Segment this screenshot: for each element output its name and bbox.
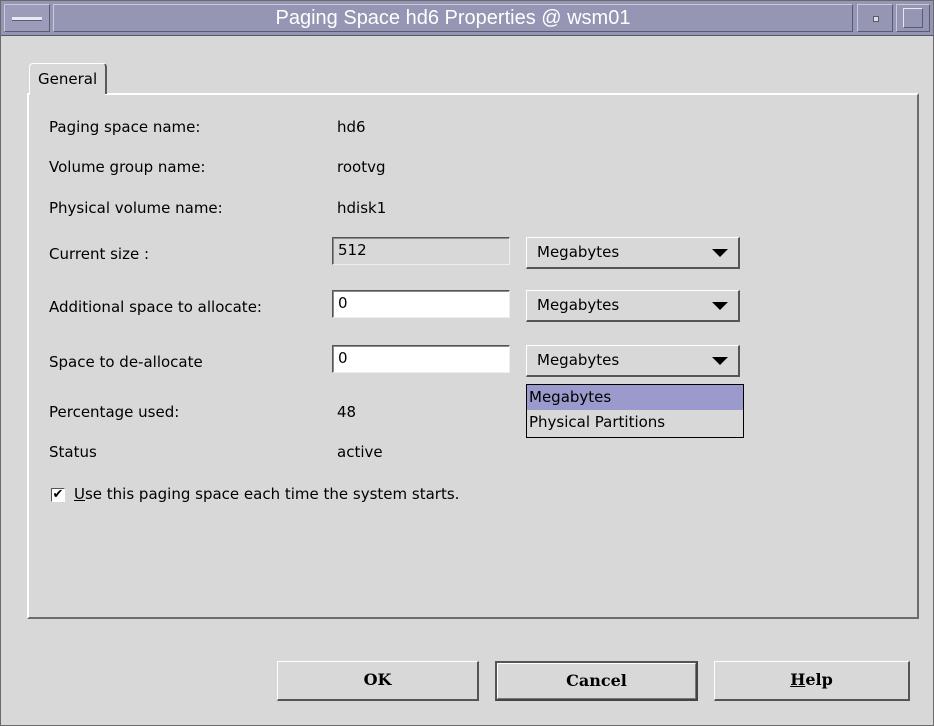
cancel-button-label: Cancel [497, 663, 696, 699]
deallocate-space-unit-dropdown[interactable]: Megabytes [526, 345, 740, 377]
dropdown-option-megabytes[interactable]: Megabytes [527, 385, 743, 410]
unit-dropdown-list: Megabytes Physical Partitions [526, 384, 744, 438]
deallocate-space-input[interactable]: 0 [332, 345, 510, 373]
maximize-button[interactable] [896, 4, 930, 32]
physical-volume-name-value: hdisk1 [337, 199, 387, 217]
properties-window: Paging Space hd6 Properties @ wsm01 Gene… [0, 0, 934, 726]
maximize-icon [903, 8, 923, 28]
status-value: active [337, 443, 383, 461]
paging-space-name-value: hd6 [337, 118, 366, 136]
deallocate-space-unit-value: Megabytes [537, 351, 620, 369]
window-menu-button[interactable] [4, 4, 50, 32]
help-button-mnemonic: H [790, 670, 806, 689]
current-size-unit-dropdown[interactable]: Megabytes [526, 237, 740, 269]
volume-group-name-value: rootvg [337, 158, 386, 176]
physical-volume-name-label: Physical volume name: [49, 199, 223, 217]
current-size-field: 512 [332, 237, 510, 265]
current-size-label: Current size : [49, 245, 150, 263]
deallocate-space-label: Space to de-allocate [49, 353, 203, 371]
startup-checkbox-label[interactable]: Use this paging space each time the syst… [74, 485, 459, 503]
window-title: Paging Space hd6 Properties @ wsm01 [53, 4, 853, 32]
startup-checkbox-mnemonic: U [74, 485, 85, 503]
percentage-used-label: Percentage used: [49, 403, 180, 421]
tab-general[interactable]: General [29, 63, 108, 96]
dropdown-arrow-icon [712, 302, 728, 310]
additional-space-input[interactable]: 0 [332, 290, 510, 318]
status-label: Status [49, 443, 97, 461]
minimize-icon [873, 16, 879, 22]
percentage-used-value: 48 [337, 403, 357, 421]
dropdown-arrow-icon [712, 357, 728, 365]
startup-checkbox[interactable]: ✔ [51, 488, 65, 502]
volume-group-name-label: Volume group name: [49, 158, 206, 176]
check-mark-icon: ✔ [52, 487, 64, 502]
ok-button[interactable]: OK [277, 661, 479, 701]
help-button-label-rest: elp [805, 670, 833, 689]
current-size-unit-value: Megabytes [537, 243, 620, 261]
window-menu-icon [12, 17, 42, 21]
title-bar[interactable]: Paging Space hd6 Properties @ wsm01 [1, 1, 933, 36]
additional-space-unit-dropdown[interactable]: Megabytes [526, 290, 740, 322]
minimize-button[interactable] [857, 4, 893, 32]
help-button[interactable]: Help [714, 661, 910, 701]
dropdown-arrow-icon [712, 249, 728, 257]
additional-space-unit-value: Megabytes [537, 296, 620, 314]
startup-checkbox-label-text: se this paging space each time the syste… [84, 485, 460, 503]
paging-space-name-label: Paging space name: [49, 118, 201, 136]
dropdown-option-physical-partitions[interactable]: Physical Partitions [527, 410, 743, 435]
additional-space-label: Additional space to allocate: [49, 298, 262, 316]
cancel-button[interactable]: Cancel [495, 661, 698, 701]
